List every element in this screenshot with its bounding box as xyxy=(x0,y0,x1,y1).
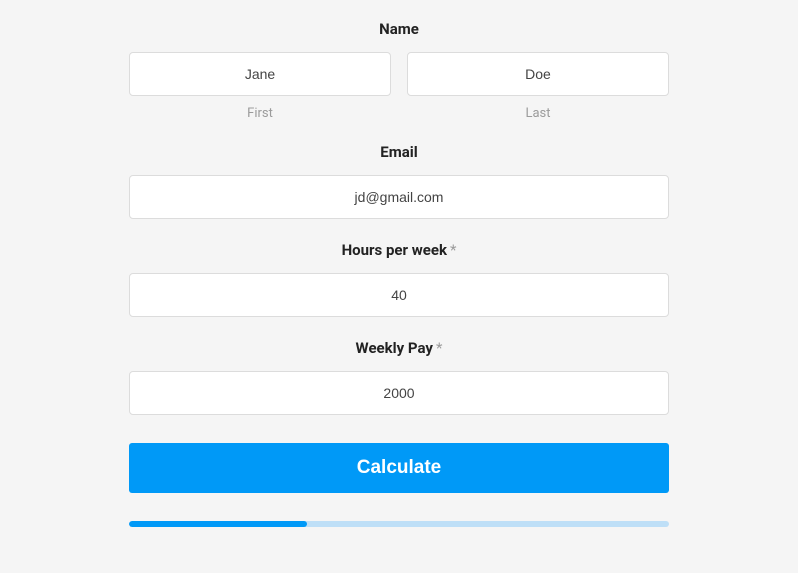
name-label: Name xyxy=(129,20,669,38)
hours-label: Hours per week* xyxy=(129,241,669,259)
email-label: Email xyxy=(129,143,669,161)
hours-required-icon: * xyxy=(450,241,456,259)
email-field-group: Email xyxy=(129,143,669,219)
progress-bar xyxy=(129,521,669,527)
progress-fill xyxy=(129,521,307,527)
last-name-input[interactable] xyxy=(407,52,669,96)
pay-required-icon: * xyxy=(436,339,442,357)
first-name-sublabel: First xyxy=(129,106,391,121)
hours-label-text: Hours per week xyxy=(342,241,447,259)
first-name-input[interactable] xyxy=(129,52,391,96)
hours-input[interactable] xyxy=(129,273,669,317)
last-name-col: Last xyxy=(407,52,669,121)
email-input[interactable] xyxy=(129,175,669,219)
hours-field-group: Hours per week* xyxy=(129,241,669,317)
pay-input[interactable] xyxy=(129,371,669,415)
name-field-group: Name First Last xyxy=(129,20,669,121)
last-name-sublabel: Last xyxy=(407,106,669,121)
name-row: First Last xyxy=(129,52,669,121)
pay-label: Weekly Pay* xyxy=(129,339,669,357)
form-container: Name First Last Email Hours per week* We… xyxy=(129,0,669,527)
calculate-button[interactable]: Calculate xyxy=(129,443,669,493)
pay-field-group: Weekly Pay* xyxy=(129,339,669,415)
pay-label-text: Weekly Pay xyxy=(356,339,433,357)
first-name-col: First xyxy=(129,52,391,121)
